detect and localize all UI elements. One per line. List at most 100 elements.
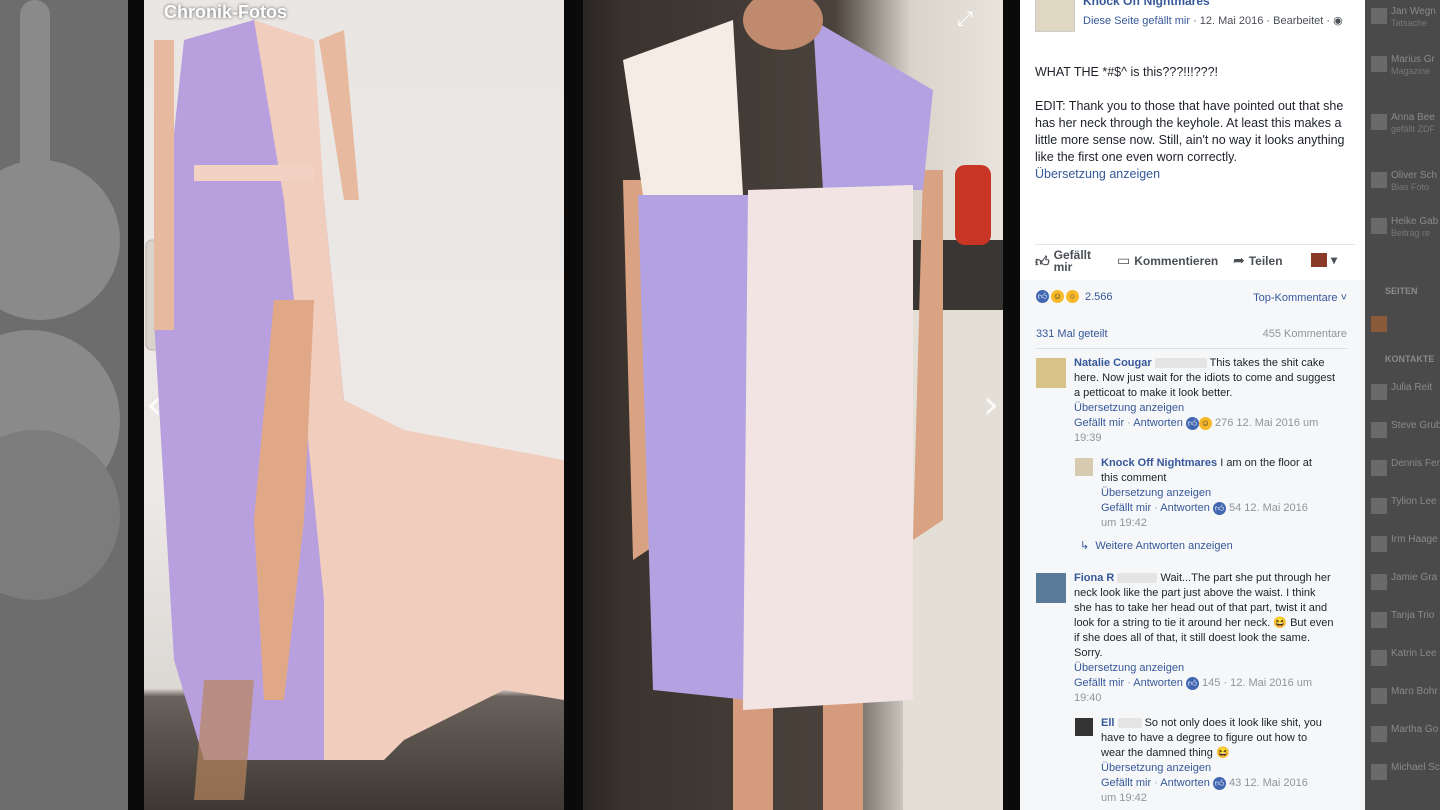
knockoff-light-body xyxy=(743,185,913,710)
commenter-name[interactable]: Natalie Cougar xyxy=(1074,357,1152,369)
page-like-link[interactable]: Diese Seite gefällt mir xyxy=(1083,15,1190,27)
translate-link[interactable]: Übersetzung anzeigen xyxy=(1101,762,1211,774)
reactions-count: 2.566 xyxy=(1085,290,1113,303)
person-leg-right xyxy=(823,690,863,810)
contact-item[interactable]: Tylion Lee xyxy=(1371,496,1440,526)
sidebar-sub: Beitrag re xyxy=(1391,228,1431,238)
contact-avatar xyxy=(1371,384,1387,400)
comment-reply-link[interactable]: Antworten xyxy=(1160,502,1210,514)
more-replies-link[interactable]: ↳ Weitere Antworten anzeigen xyxy=(1080,539,1233,552)
prev-photo-arrow[interactable]: ‹ xyxy=(146,382,162,428)
contact-avatar xyxy=(1371,764,1387,780)
comment-like-link[interactable]: Gefällt mir xyxy=(1101,777,1151,789)
waist-sash xyxy=(194,165,314,181)
contact-name: Steve Grub xyxy=(1391,420,1440,431)
commenter-avatar[interactable] xyxy=(1036,358,1066,388)
contact-avatar xyxy=(1371,612,1387,628)
like-label: Gefällt mir xyxy=(1053,248,1091,274)
translate-link[interactable]: Übersetzung anzeigen xyxy=(1074,662,1184,674)
sidebar-name: Jan Wegn xyxy=(1391,6,1436,17)
sidebar-activity-item: Heike Gab Beitrag re xyxy=(1371,216,1440,246)
like-react-icon: 👍︎ xyxy=(1212,502,1226,515)
redacted-name xyxy=(1117,718,1142,729)
commenter-avatar[interactable] xyxy=(1075,718,1093,736)
top-comments-dropdown[interactable]: Top-Kommentare ˅ xyxy=(1253,292,1347,304)
page-avatar[interactable] xyxy=(1035,0,1075,32)
translate-link[interactable]: Übersetzung anzeigen xyxy=(1035,166,1355,183)
sidebar-name: Anna Bee xyxy=(1391,112,1435,123)
sidebar-activity-item: Oliver Sch Bias Foto xyxy=(1371,170,1440,200)
commenter-avatar[interactable] xyxy=(1075,458,1093,476)
contact-item[interactable]: Martha Go xyxy=(1371,724,1440,754)
comment-like-link[interactable]: Gefällt mir xyxy=(1101,502,1151,514)
left-background xyxy=(0,0,128,810)
model-arm-right xyxy=(319,30,359,200)
commenter-avatar[interactable] xyxy=(1036,573,1066,603)
sidebar-activity-item: Marius Gr Magazine xyxy=(1371,54,1440,84)
contact-avatar xyxy=(1371,650,1387,666)
contact-item[interactable]: Michael Sc xyxy=(1371,762,1440,792)
expand-icon[interactable]: ⤢ xyxy=(957,6,973,30)
like-button[interactable]: 👍︎ Gefällt mir xyxy=(1035,249,1105,273)
model-dress-illustration xyxy=(145,20,564,800)
page-name-link[interactable]: Knock Off Nightmares xyxy=(1083,0,1210,8)
comment-body: Natalie Cougar This takes the shit cake … xyxy=(1074,356,1336,446)
contact-name: Jamie Gra xyxy=(1391,572,1438,583)
sidebar-sub: Bias Foto xyxy=(1391,182,1430,192)
comment-reactions: 43 xyxy=(1228,777,1242,789)
comment-reply-link[interactable]: Antworten xyxy=(1133,417,1183,429)
contact-item[interactable]: Maro Bohr xyxy=(1371,686,1440,716)
contact-item[interactable]: Dennis Fer xyxy=(1371,458,1440,488)
comment-reply-link[interactable]: Antworten xyxy=(1160,777,1210,789)
wow-react-icon: ○ xyxy=(1066,290,1079,303)
right-sidebar-background: Jan Wegn Tatsache Marius Gr Magazine Ann… xyxy=(1365,0,1440,810)
comment-like-link[interactable]: Gefällt mir xyxy=(1074,417,1124,429)
contact-name: Tylion Lee xyxy=(1391,496,1437,507)
comment-reactions: 276 xyxy=(1214,417,1234,429)
comment-body: Fiona R Wait...The part she put through … xyxy=(1074,571,1336,706)
translate-link[interactable]: Übersetzung anzeigen xyxy=(1101,487,1211,499)
comment-text: Wait...The part she put through her neck… xyxy=(1074,572,1334,659)
comment-label: Kommentieren xyxy=(1134,254,1219,268)
sidebar-sub: Magazine xyxy=(1391,66,1431,76)
contact-name: Tanja Trio xyxy=(1391,610,1435,621)
commenter-name[interactable]: Ell xyxy=(1101,717,1114,729)
contact-item[interactable]: Tanja Trio xyxy=(1371,610,1440,640)
contact-avatar xyxy=(1371,422,1387,438)
sidebar-section-contacts: KONTAKTE xyxy=(1385,354,1435,364)
comment-reply-link[interactable]: Antworten xyxy=(1133,677,1183,689)
redacted-name xyxy=(1117,573,1158,584)
contact-item[interactable]: Katrin Lee xyxy=(1371,648,1440,678)
sidebar-page-item xyxy=(1371,314,1440,344)
commenter-name[interactable]: Fiona R xyxy=(1074,572,1114,584)
profile-thumb-icon xyxy=(1311,253,1327,267)
comment-meta: Gefällt mir · Antworten 👍︎ 43 12. Mai 20… xyxy=(1101,777,1308,804)
commenter-name[interactable]: Knock Off Nightmares xyxy=(1101,457,1217,469)
redacted-name xyxy=(1154,358,1207,369)
contact-name: Julia Reit xyxy=(1391,382,1433,393)
contact-name: Maro Bohr xyxy=(1391,686,1438,697)
sidebar-avatar xyxy=(1371,316,1387,332)
post-side-panel: Knock Off Nightmares Diese Seite gefällt… xyxy=(1020,0,1365,810)
bg-shape xyxy=(0,160,120,320)
contact-item[interactable]: Julia Reit xyxy=(1371,382,1440,412)
contact-item[interactable]: Irm Haage xyxy=(1371,534,1440,564)
contact-item[interactable]: Steve Grub xyxy=(1371,420,1440,450)
sauce-bottle xyxy=(955,165,991,245)
comment-like-link[interactable]: Gefällt mir xyxy=(1074,677,1124,689)
contact-avatar xyxy=(1371,726,1387,742)
audience-selector[interactable]: ▾ xyxy=(1311,253,1337,267)
shares-link[interactable]: 331 Mal geteilt xyxy=(1036,328,1108,340)
like-react-icon: 👍︎ xyxy=(1185,677,1199,690)
translate-link[interactable]: Übersetzung anzeigen xyxy=(1074,402,1184,414)
post-date: · 12. Mai 2016 · Bearbeitet · xyxy=(1193,15,1331,27)
contact-item[interactable]: Jamie Gra xyxy=(1371,572,1440,602)
comment-button[interactable]: ▭ Kommentieren xyxy=(1117,253,1218,269)
reactions-summary[interactable]: 👍︎ ☺ ○ 2.566 xyxy=(1036,290,1113,303)
person-chin xyxy=(743,0,823,50)
photo-viewer[interactable]: Chronik-Fotos ‹ ⤢ › xyxy=(128,0,1020,810)
next-photo-arrow[interactable]: › xyxy=(983,382,999,428)
share-button[interactable]: ➦ Teilen xyxy=(1233,253,1283,269)
sidebar-name: Oliver Sch xyxy=(1391,170,1438,181)
comment-reactions: 54 xyxy=(1228,502,1242,514)
